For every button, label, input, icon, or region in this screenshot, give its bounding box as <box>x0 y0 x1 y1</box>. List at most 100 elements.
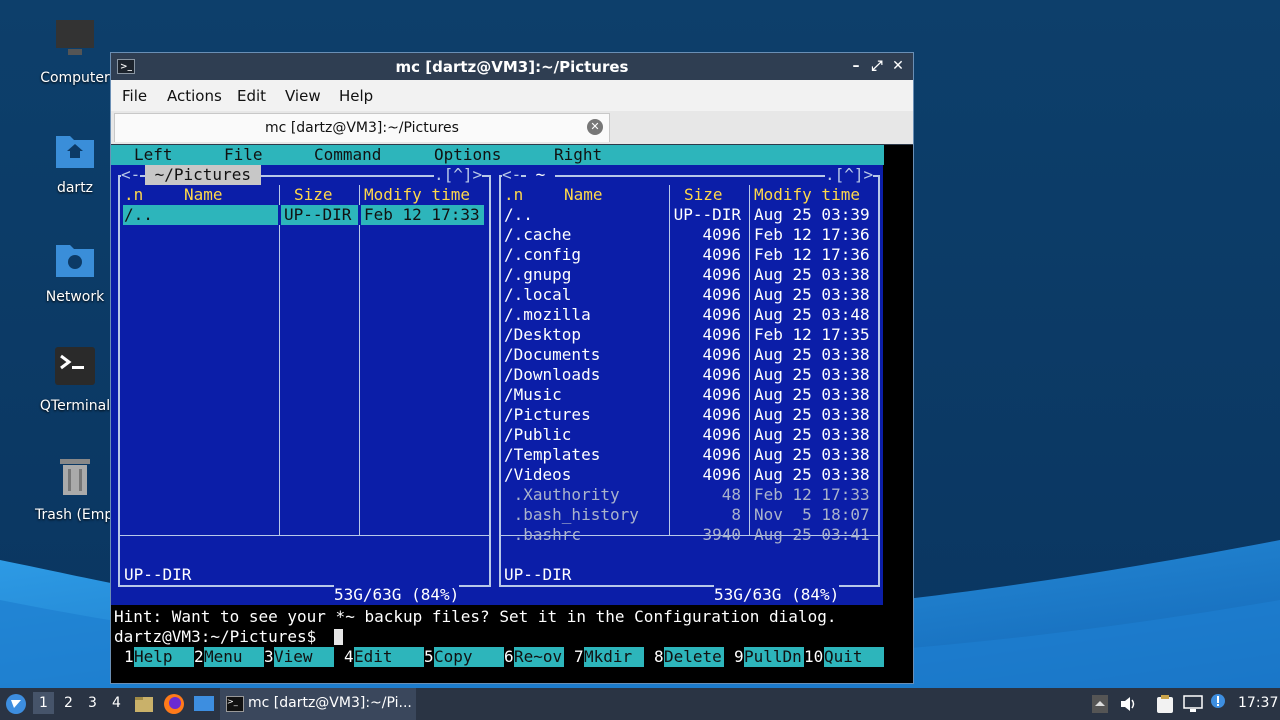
fkey-number: 1 <box>124 647 134 666</box>
header-size[interactable]: Size <box>684 185 723 205</box>
header-n[interactable]: .n <box>124 185 143 205</box>
close-button[interactable]: ✕ <box>889 57 907 75</box>
minimize-button[interactable]: – <box>847 57 865 75</box>
clipboard-icon[interactable] <box>1156 694 1174 714</box>
file-name[interactable]: .bash_history <box>504 505 639 525</box>
fkey-quit-button[interactable]: Quit <box>824 647 884 667</box>
workspace-4[interactable]: 4 <box>112 695 121 711</box>
menu-help[interactable]: Help <box>339 87 373 105</box>
mc-right-panel[interactable]: <- ~ .[^]> .n Name Size Modify time /.. U… <box>497 165 883 605</box>
computer-icon <box>56 20 94 55</box>
mc-menu-options[interactable]: Options <box>434 145 501 165</box>
column-divider <box>359 185 360 535</box>
file-name[interactable]: /.local <box>504 285 571 305</box>
fkey-menu-button[interactable]: Menu <box>204 647 264 667</box>
file-name[interactable]: /Templates <box>504 445 600 465</box>
header-name[interactable]: Name <box>564 185 603 205</box>
desktop-icon-computer[interactable]: Computer <box>35 18 115 86</box>
panel-path[interactable]: ~/Pictures <box>145 165 261 185</box>
file-name[interactable]: /Documents <box>504 345 600 365</box>
desktop-icon-label: Computer <box>40 70 110 86</box>
mc-menu-left[interactable]: Left <box>134 145 173 165</box>
terminal-tab[interactable]: mc [dartz@VM3]:~/Pictures ✕ <box>114 113 610 142</box>
file-size: UP--DIR <box>673 205 741 224</box>
mc-menu-file[interactable]: File <box>224 145 263 165</box>
panel-frame-left[interactable]: <- <box>502 165 522 185</box>
fkey-help-button[interactable]: Help <box>134 647 194 667</box>
file-size: 4096 <box>702 385 741 404</box>
file-name[interactable]: /.cache <box>504 225 571 245</box>
file-name[interactable]: .bashrc <box>504 525 581 545</box>
file-name[interactable]: /Public <box>504 425 571 445</box>
volume-icon[interactable] <box>1119 695 1137 713</box>
notification-icon[interactable] <box>1210 693 1226 709</box>
menu-actions[interactable]: Actions <box>167 87 222 105</box>
clock[interactable]: 17:37 <box>1238 695 1278 711</box>
file-size: 4096 <box>702 245 741 264</box>
panel-status: UP--DIR <box>504 565 572 584</box>
desktop-icon[interactable] <box>193 694 215 714</box>
window-titlebar[interactable]: >_ mc [dartz@VM3]:~/Pictures – ⤢ ✕ <box>111 53 913 80</box>
menu-edit[interactable]: Edit <box>237 87 266 105</box>
workspace-3[interactable]: 3 <box>88 695 97 711</box>
file-name[interactable]: /.gnupg <box>504 265 571 285</box>
panel-frame-right[interactable]: .[^]> <box>434 165 483 185</box>
file-name[interactable]: /Videos <box>504 465 571 485</box>
terminal-icon <box>55 347 95 385</box>
file-name[interactable]: /Desktop <box>504 325 581 345</box>
desktop-icon-home[interactable]: dartz <box>35 128 115 196</box>
file-name[interactable]: .Xauthority <box>504 485 620 505</box>
file-size: 4096 <box>702 345 741 364</box>
mc-menu-command[interactable]: Command <box>314 145 381 165</box>
fkey-pulldn-button[interactable]: PullDn <box>744 647 804 667</box>
file-size: 4096 <box>702 325 741 344</box>
file-name[interactable]: /.. <box>504 205 533 225</box>
tab-close-icon[interactable]: ✕ <box>587 119 603 135</box>
fkey-number: 6 <box>504 647 514 666</box>
panel-frame-left[interactable]: <- <box>121 165 141 185</box>
desktop-icon-qterminal[interactable]: QTerminal <box>35 346 115 414</box>
terminal-screen[interactable]: Left File Command Options Right <- ~/Pic… <box>111 145 913 683</box>
workspace-1[interactable]: 1 <box>33 692 54 714</box>
menu-view[interactable]: View <box>285 87 321 105</box>
file-name[interactable]: /.mozilla <box>504 305 591 325</box>
network-icon[interactable] <box>1183 695 1203 713</box>
shell-prompt[interactable]: dartz@VM3:~/Pictures$ <box>114 627 326 647</box>
header-time[interactable]: Modify time <box>364 185 470 205</box>
fkey-reov-button[interactable]: Re~ov <box>514 647 564 667</box>
file-manager-icon[interactable] <box>134 694 154 714</box>
fkey-edit-button[interactable]: Edit <box>354 647 424 667</box>
maximize-button[interactable]: ⤢ <box>868 57 886 75</box>
firefox-icon[interactable] <box>163 693 185 715</box>
fkey-copy-button[interactable]: Copy <box>434 647 504 667</box>
file-size: 4096 <box>702 425 741 444</box>
file-name[interactable]: /.. <box>124 205 153 225</box>
header-name[interactable]: Name <box>184 185 223 205</box>
file-name[interactable]: /.config <box>504 245 581 265</box>
header-n[interactable]: .n <box>504 185 523 205</box>
menu-file[interactable]: File <box>122 87 147 105</box>
file-name[interactable]: /Downloads <box>504 365 600 385</box>
file-name[interactable]: /Pictures <box>504 405 591 425</box>
panel-path[interactable]: ~ <box>526 165 555 185</box>
tray-up-arrow-icon[interactable] <box>1092 695 1108 713</box>
file-time: Aug 25 03:38 <box>754 265 870 284</box>
workspace-2[interactable]: 2 <box>64 695 73 711</box>
task-button-mc[interactable]: >_ mc [dartz@VM3]:~/Pi... <box>220 688 416 720</box>
qterminal-window: >_ mc [dartz@VM3]:~/Pictures – ⤢ ✕ File … <box>111 53 913 683</box>
fkey-delete-button[interactable]: Delete <box>664 647 724 667</box>
desktop-icon-network[interactable]: Network <box>35 237 115 305</box>
desktop-icon-trash[interactable]: Trash (Empt <box>35 455 119 523</box>
file-time: Aug 25 03:41 <box>754 525 870 544</box>
panel-frame-right[interactable]: .[^]> <box>825 165 874 185</box>
start-menu-icon[interactable] <box>5 693 27 715</box>
mc-menu-right[interactable]: Right <box>554 145 602 165</box>
file-time: Aug 25 03:38 <box>754 385 870 404</box>
mc-left-panel[interactable]: <- ~/Pictures .[^]> .n Name Size Modify … <box>111 165 497 605</box>
file-name[interactable]: /Music <box>504 385 562 405</box>
tab-bar: mc [dartz@VM3]:~/Pictures ✕ <box>111 111 913 144</box>
header-size[interactable]: Size <box>294 185 333 205</box>
header-time[interactable]: Modify time <box>754 185 860 205</box>
fkey-view-button[interactable]: View <box>274 647 334 667</box>
fkey-mkdir-button[interactable]: Mkdir <box>584 647 644 667</box>
